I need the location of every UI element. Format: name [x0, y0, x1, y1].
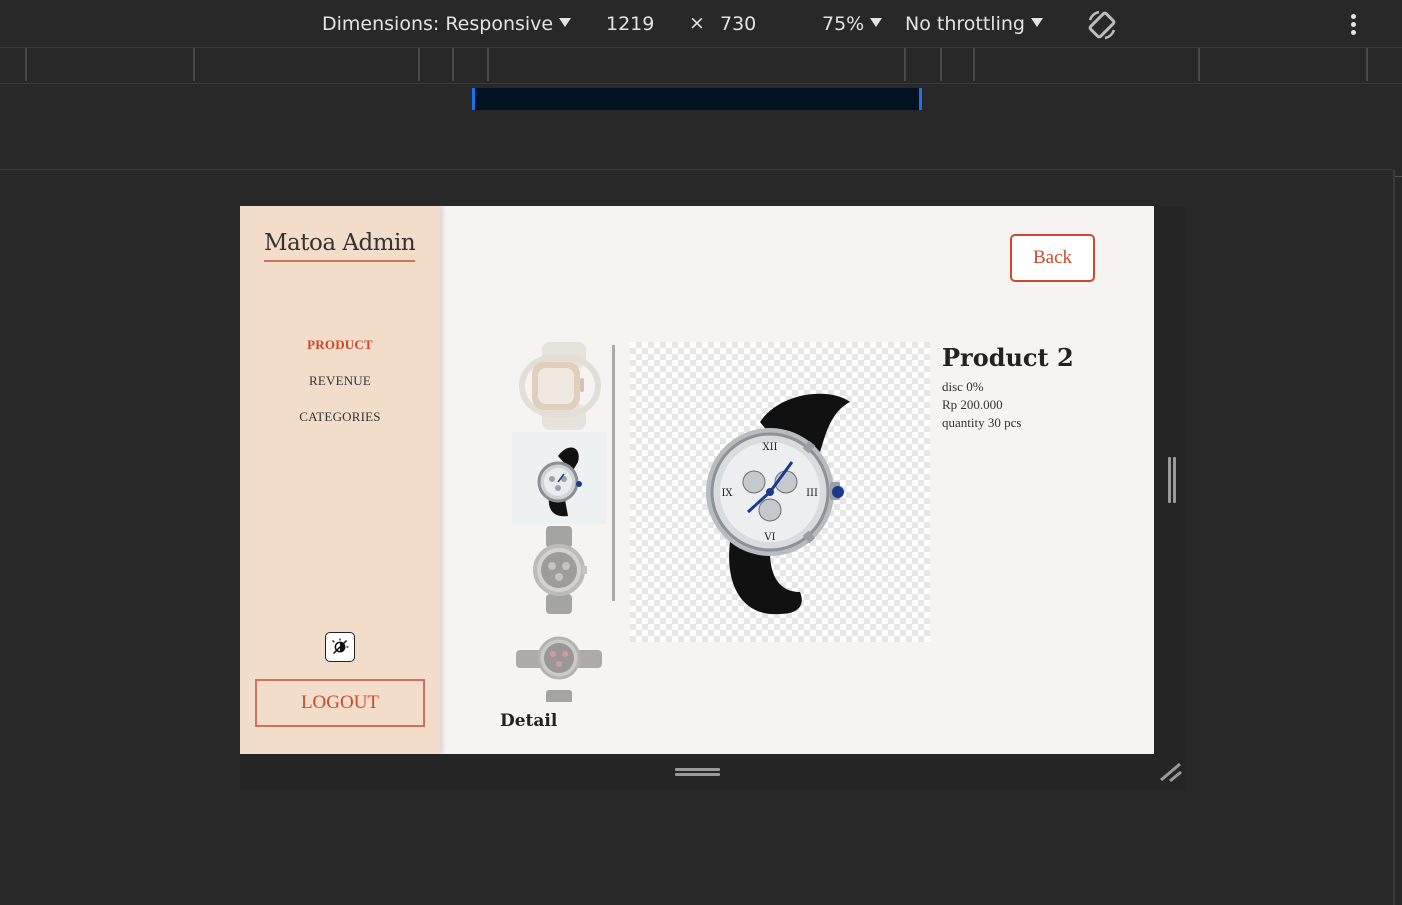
nav-item-categories[interactable]: CATEGORIES — [240, 409, 440, 425]
width-input[interactable]: 1219 — [606, 12, 654, 36]
thumbnail-scrollbar[interactable] — [612, 345, 615, 601]
panel-divider — [1393, 170, 1395, 905]
media-query-bar[interactable] — [472, 88, 922, 110]
throttling-label: No throttling — [905, 13, 1025, 35]
product-price: Rp 200.000 — [942, 397, 1003, 412]
media-query-ruler — [0, 48, 1402, 84]
dimensions-dropdown[interactable]: Dimensions: Responsive — [322, 12, 572, 36]
throttling-dropdown[interactable]: No throttling — [905, 12, 1043, 36]
svg-text:III: III — [806, 488, 818, 499]
logout-button[interactable]: LOGOUT — [255, 679, 425, 727]
watch-image — [537, 447, 582, 517]
viewport: Matoa Admin PRODUCT REVENUE CATEGORIES L… — [240, 206, 1154, 754]
theme-toggle-button[interactable] — [325, 632, 355, 662]
thumbnail-list[interactable] — [512, 340, 606, 702]
product-discount: disc 0% — [942, 379, 984, 394]
brand-title: Matoa Admin — [264, 230, 416, 262]
chevron-down-icon — [559, 18, 572, 27]
thumbnail-chronograph-steel[interactable] — [512, 524, 606, 616]
svg-text:XII: XII — [762, 442, 777, 453]
device-toolbar: Dimensions: Responsive 1219 × 730 75% No… — [0, 0, 1402, 48]
product-title: Product 2 — [942, 343, 1074, 372]
thumbnail-chronograph-black[interactable] — [512, 432, 606, 524]
product-quantity: quantity 30 pcs — [942, 415, 1022, 430]
dimensions-label: Dimensions: Responsive — [322, 13, 554, 35]
main-product-image: XII III VI IX — [630, 342, 930, 642]
more-options-icon[interactable] — [1343, 12, 1365, 38]
height-input[interactable]: 730 — [720, 12, 756, 36]
theme-toggle-icon — [332, 638, 349, 655]
svg-text:VI: VI — [763, 532, 775, 543]
resize-handle-right[interactable] — [1166, 457, 1178, 503]
chevron-down-icon — [1030, 18, 1043, 27]
svg-text:IX: IX — [721, 488, 733, 499]
nav-item-product[interactable]: PRODUCT — [240, 337, 440, 353]
watch-image — [533, 526, 587, 614]
back-button[interactable]: Back — [1010, 234, 1095, 282]
zoom-label: 75% — [822, 13, 865, 35]
zoom-dropdown[interactable]: 75% — [822, 12, 883, 36]
thumbnail-smartwatch-gold[interactable] — [512, 340, 606, 432]
watch-image — [546, 690, 572, 702]
times-symbol: × — [689, 12, 705, 34]
watch-image: XII III VI IX — [706, 393, 850, 615]
resize-handle-bottom[interactable] — [675, 766, 720, 778]
detail-heading: Detail — [500, 711, 558, 731]
resize-corner-icon[interactable] — [1158, 760, 1184, 784]
chevron-down-icon — [870, 18, 883, 27]
nav-item-revenue[interactable]: REVENUE — [240, 373, 440, 389]
smartwatch-image — [519, 342, 601, 430]
thumbnail-partial[interactable] — [512, 690, 606, 702]
rotate-icon[interactable] — [1085, 8, 1119, 42]
scrollbar[interactable] — [1395, 176, 1402, 182]
sidebar: Matoa Admin PRODUCT REVENUE CATEGORIES L… — [240, 206, 440, 754]
